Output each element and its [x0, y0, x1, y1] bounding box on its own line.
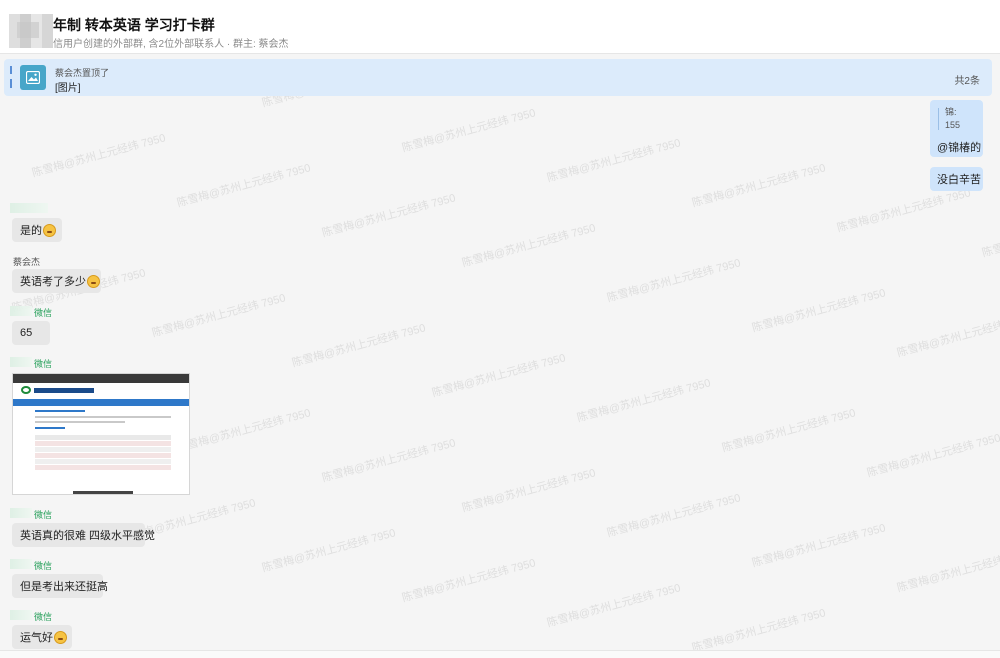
pinned-indicator: [10, 66, 12, 88]
pinned-count[interactable]: 共2条: [954, 72, 980, 87]
my-message-reply[interactable]: 锦: 155 @锦椿的: [930, 100, 983, 157]
watermark-text: 陈雪梅@苏州上元经纬 7950: [260, 527, 397, 575]
message-bubble[interactable]: 英语考了多少: [12, 269, 101, 293]
image-thumbnail-icon[interactable]: [20, 65, 46, 90]
sender-name[interactable]: 微信: [34, 306, 52, 319]
emoji-icon: [54, 630, 67, 644]
sender-name[interactable]: 微信: [34, 559, 52, 572]
watermark-text: 陈雪梅@苏州上元经纬 7950: [545, 582, 682, 630]
chat-header: 年制 转本英语 学习打卡群 信用户创建的外部群, 含2位外部联系人 · 群主: …: [0, 0, 1000, 54]
group-title[interactable]: 年制 转本英语 学习打卡群: [53, 15, 215, 35]
watermark-text: 陈雪梅@苏州上元经纬 7950: [460, 222, 597, 270]
sender-name-blurred: [10, 203, 48, 213]
message-bubble[interactable]: 但是考出来还挺高: [12, 574, 108, 598]
watermark-text: 陈雪梅@苏州上元经纬 7950: [865, 432, 1000, 480]
message-bubble[interactable]: 是的: [12, 218, 62, 242]
message-text: 但是考出来还挺高: [20, 581, 108, 593]
watermark-text: 陈雪梅@苏州上元经纬 7950: [720, 407, 857, 455]
message-text: 没白辛苦: [937, 174, 981, 186]
emoji-icon: [43, 223, 56, 237]
sender-name-blurred: [10, 559, 32, 569]
pinned-message-text: [图片]: [55, 83, 81, 94]
watermark-text: 陈雪梅@苏州上元经纬 7950: [835, 187, 972, 235]
message-text: 英语真的很难 四级水平感觉: [20, 530, 156, 542]
watermark-text: 陈雪梅@苏州上元经纬 7950: [175, 407, 312, 455]
watermark-text: 陈雪梅@苏州上元经纬 7950: [400, 557, 537, 605]
sender-name[interactable]: 微信: [34, 357, 52, 370]
message-bubble[interactable]: 运气好: [12, 625, 72, 649]
message-bubble[interactable]: 65: [12, 321, 50, 345]
message-text: 运气好: [20, 632, 53, 644]
watermark-text: 陈雪梅@苏州上元经纬 7950: [175, 162, 312, 210]
watermark-text: 陈雪梅@苏州上元经纬 7950: [980, 212, 1000, 260]
watermark-text: 陈雪梅@苏州上元经纬 7950: [460, 467, 597, 515]
watermark-text: 陈雪梅@苏州上元经纬 7950: [895, 547, 1000, 595]
watermark-text: 陈雪梅@苏州上元经纬 7950: [575, 377, 712, 425]
message-text: 是的: [20, 225, 42, 237]
message-input-area[interactable]: [0, 650, 1000, 658]
image-message[interactable]: [12, 373, 190, 495]
pinned-by-label: 蔡会杰置顶了: [55, 68, 110, 78]
sender-name[interactable]: 微信: [34, 610, 52, 623]
sender-name-blurred: [10, 508, 32, 518]
quote-sender: 锦:: [945, 107, 957, 117]
watermark-text: 陈雪梅@苏州上元经纬 7950: [320, 192, 457, 240]
watermark-text: 陈雪梅@苏州上元经纬 7950: [690, 162, 827, 210]
watermark-text: 陈雪梅@苏州上元经纬 7950: [605, 492, 742, 540]
sender-name-blurred: [10, 610, 32, 620]
watermark-text: 陈雪梅@苏州上元经纬 7950: [320, 437, 457, 485]
message-text: 65: [20, 327, 33, 339]
watermark-text: 陈雪梅@苏州上元经纬 7950: [690, 607, 827, 655]
group-subtitle: 信用户创建的外部群, 含2位外部联系人 · 群主: 蔡会杰: [53, 39, 289, 50]
sender-name[interactable]: 微信: [34, 508, 52, 521]
message-text: 英语考了多少: [20, 276, 86, 288]
message-bubble[interactable]: 英语真的很难 四级水平感觉: [12, 523, 155, 547]
sender-name[interactable]: 蔡会杰: [13, 255, 40, 268]
reply-text: @锦椿的: [937, 142, 982, 154]
watermark-text: 陈雪梅@苏州上元经纬 7950: [895, 312, 1000, 360]
watermark-text: 陈雪梅@苏州上元经纬 7950: [545, 137, 682, 185]
watermark-text: 陈雪梅@苏州上元经纬 7950: [605, 257, 742, 305]
watermark-text: 陈雪梅@苏州上元经纬 7950: [750, 522, 887, 570]
watermark-text: 陈雪梅@苏州上元经纬 7950: [150, 292, 287, 340]
watermark-text: 陈雪梅@苏州上元经纬 7950: [430, 352, 567, 400]
watermark-text: 陈雪梅@苏州上元经纬 7950: [290, 322, 427, 370]
emoji-icon: [87, 274, 100, 288]
watermark-text: 陈雪梅@苏州上元经纬 7950: [400, 107, 537, 155]
watermark-text: 陈雪梅@苏州上元经纬 7950: [750, 287, 887, 335]
quote-text: 155: [945, 120, 961, 130]
sender-name-blurred: [10, 306, 32, 316]
group-avatar[interactable]: [9, 14, 53, 48]
pinned-message-bar[interactable]: 蔡会杰置顶了 [图片] 共2条: [4, 59, 992, 96]
site-logo-icon: [21, 386, 31, 394]
my-message[interactable]: 没白辛苦: [930, 167, 983, 191]
quote-bar: [938, 108, 939, 130]
watermark-text: 陈雪梅@苏州上元经纬 7950: [30, 132, 167, 180]
sender-name-blurred: [10, 357, 32, 367]
